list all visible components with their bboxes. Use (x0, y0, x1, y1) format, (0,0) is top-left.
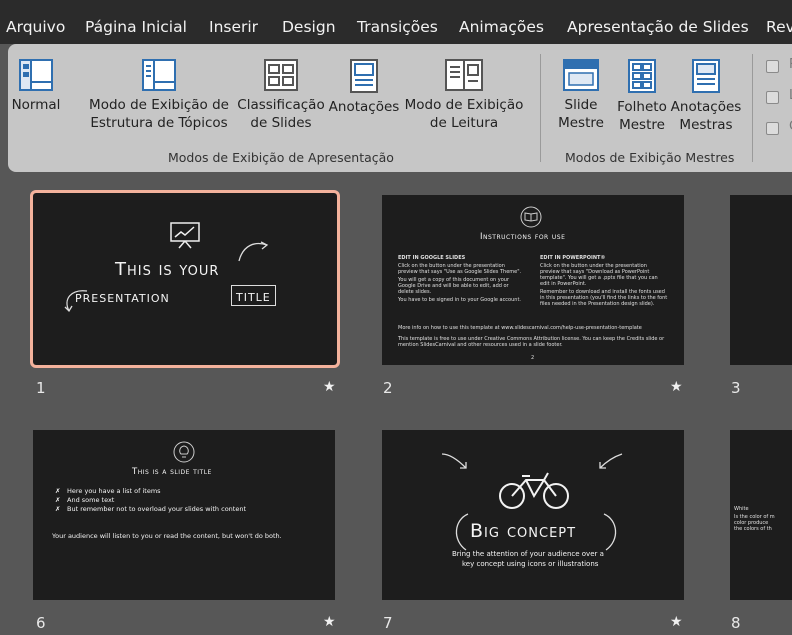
animation-star-icon[interactable]: ★ (670, 614, 683, 630)
slide-2-col1-line-5: delete slides. (398, 289, 432, 295)
slide-6-title: This is a slide title (132, 467, 212, 477)
slide-7-subtitle-line1: Bring the attention of your audience ove… (452, 550, 604, 558)
slide-sorter-icon (264, 59, 298, 91)
slide-8-line-1: White (734, 506, 749, 512)
slide-sorter-label-2: de Slides (250, 115, 312, 131)
slide-2-col2-line-4: edit in PowerPoint. (540, 281, 587, 287)
menu-review[interactable]: Rev (766, 17, 792, 37)
reading-view-icon (445, 59, 483, 91)
ruler-checkbox[interactable] (766, 60, 779, 73)
slide-2-col1-line-6: You have to be signed in to your Google … (398, 297, 522, 303)
slide-6-bullet-1: Here you have a list of items (67, 487, 161, 495)
slide-6-bullet-2: And some text (67, 496, 115, 504)
normal-view-label: Normal (11, 97, 61, 113)
menu-transitions[interactable]: Transições (357, 17, 438, 37)
slide-thumbnail-1[interactable]: This is your presentation title (30, 190, 340, 368)
group-separator-2 (752, 54, 753, 162)
handout-master-label-1: Folheto (617, 99, 667, 115)
slide-2-heading: Instructions for use (480, 232, 566, 242)
master-views-group-label: Modos de Exibição Mestres (565, 150, 735, 165)
menu-file[interactable]: Arquivo (6, 17, 65, 37)
animation-star-icon[interactable]: ★ (323, 379, 336, 395)
handout-master-icon (628, 59, 656, 93)
bicycle-icon (499, 472, 569, 509)
slide-2-col1-line-2: preview that says "Use as Google Slides … (398, 269, 522, 275)
slide-6-bullet-3-marker: ✗ (55, 505, 61, 513)
animation-star-icon[interactable]: ★ (323, 614, 336, 630)
notes-master-button[interactable]: Anotações Mestras (664, 58, 748, 134)
outline-view-label-1: Modo de Exibição de (89, 97, 229, 113)
notes-page-icon (350, 59, 378, 93)
guides-checkbox[interactable] (766, 122, 779, 135)
slide-1-title-line1: This is your (115, 259, 220, 280)
menu-home[interactable]: Página Inicial (85, 17, 187, 37)
book-icon (520, 206, 542, 228)
slide-thumbnail-3[interactable] (730, 195, 792, 365)
notes-master-label-2: Mestras (679, 117, 733, 133)
handout-master-label-2: Mestre (619, 117, 665, 133)
chalk-bracket-left-icon (455, 513, 469, 551)
slide-7-title: Big concept (470, 520, 577, 542)
slide-number-2: 2 (383, 379, 393, 397)
slide-8-line-4: the colors of th (734, 526, 772, 532)
slide-thumbnail-7[interactable]: Big concept Bring the attention of your … (382, 430, 684, 600)
slide-master-label-1: Slide (564, 97, 598, 113)
slide-number-8: 8 (731, 614, 741, 632)
gridlines-checkbox[interactable] (766, 91, 779, 104)
slide-2-footer-line-1: More info on how to use this template at… (398, 325, 642, 331)
outline-view-label-2: Estrutura de Tópicos (90, 115, 228, 131)
slide-number-1: 1 (36, 379, 46, 397)
normal-view-button[interactable]: Normal (4, 58, 68, 114)
outline-view-button[interactable]: Modo de Exibição de Estrutura de Tópicos (84, 58, 234, 132)
ribbon-view-tab: Normal Modo de Exibição de Estrutura de … (8, 44, 792, 172)
chalk-bracket-right-icon (603, 513, 617, 551)
lightbulb-icon (173, 441, 195, 463)
slide-thumbnail-6[interactable]: This is a slide title ✗ Here you have a … (33, 430, 335, 600)
slide-sorter-label-1: Classificação (237, 97, 325, 113)
slide-thumbnail-8[interactable]: White Is the color of m color produce th… (730, 430, 792, 600)
slide-2-col2-line-7: files needed in the Presentation design … (540, 301, 655, 307)
reading-view-button[interactable]: Modo de Exibição de Leitura (402, 58, 526, 132)
animation-star-icon[interactable]: ★ (670, 379, 683, 395)
chalk-swirl-icon (64, 290, 88, 313)
slide-master-button[interactable]: Slide Mestre (550, 58, 612, 132)
slide-6-bullet-1-marker: ✗ (55, 487, 61, 495)
menu-bar: Arquivo Página Inicial Inserir Design Tr… (0, 0, 792, 44)
slide-master-label-2: Mestre (558, 115, 604, 131)
slide-master-icon (563, 59, 599, 91)
group-separator (540, 54, 541, 162)
notes-page-label: Anotações (328, 99, 400, 115)
chalk-arrow-icon (441, 453, 467, 469)
slide-thumbnail-2[interactable]: Instructions for use EDIT IN GOOGLE SLID… (382, 195, 684, 365)
slide-number-3: 3 (731, 379, 741, 397)
menu-insert[interactable]: Inserir (209, 17, 258, 37)
menu-animations[interactable]: Animações (459, 17, 544, 37)
reading-view-label-2: de Leitura (429, 115, 499, 131)
presentation-views-group-label: Modos de Exibição de Apresentação (168, 150, 394, 165)
chalk-arrow-icon (238, 241, 269, 262)
slide-1-title-word2: title (231, 285, 276, 306)
slide-6-footer: Your audience will listen to you or read… (52, 532, 282, 540)
menu-design[interactable]: Design (282, 17, 336, 37)
notes-master-label-1: Anotações (670, 99, 742, 115)
reading-view-label-1: Modo de Exibição (404, 97, 524, 113)
slide-2-page-number: 2 (531, 355, 535, 361)
slide-sorter-button[interactable]: Classificação de Slides (235, 58, 327, 132)
slide-6-bullet-2-marker: ✗ (55, 496, 61, 504)
notes-master-icon (692, 59, 720, 93)
outline-view-icon (142, 59, 176, 91)
handout-master-button[interactable]: Folheto Mestre (612, 58, 672, 134)
presentation-chart-icon (170, 222, 200, 249)
menu-slide-show[interactable]: Apresentação de Slides (567, 17, 749, 37)
slide-2-col2-heading: EDIT IN POWERPOINT® (540, 255, 606, 261)
slide-2-col1-heading: EDIT IN GOOGLE SLIDES (398, 255, 466, 261)
notes-page-button[interactable]: Anotações (327, 58, 401, 116)
normal-view-icon (19, 59, 53, 91)
slide-7-subtitle-line2: key concept using icons or illustrations (462, 560, 599, 568)
slide-6-bullet-3: But remember not to overload your slides… (67, 505, 247, 513)
slide-2-footer-line-3: mention SlidesCarnival and other resourc… (398, 342, 563, 348)
slide-number-6: 6 (36, 614, 46, 632)
slide-number-7: 7 (383, 614, 393, 632)
chalk-arrow-icon (599, 453, 623, 469)
